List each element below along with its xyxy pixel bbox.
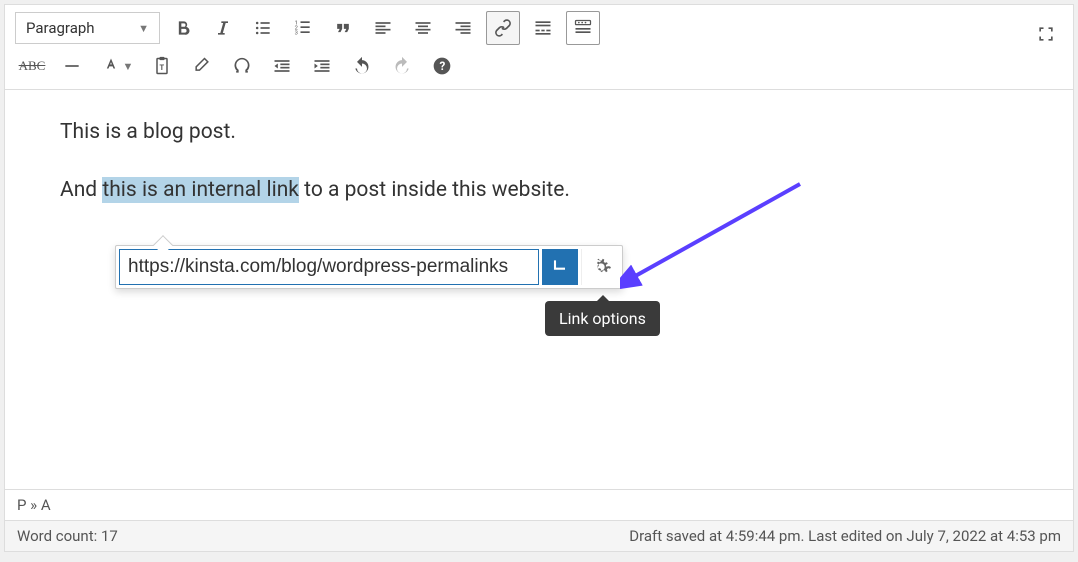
- clear-formatting-button[interactable]: [185, 49, 219, 83]
- undo-button[interactable]: [345, 49, 379, 83]
- italic-button[interactable]: [206, 11, 240, 45]
- word-count: Word count: 17: [17, 527, 118, 545]
- link-button[interactable]: [486, 11, 520, 45]
- paragraph: This is a blog post.: [60, 120, 1018, 144]
- indent-button[interactable]: [305, 49, 339, 83]
- toolbar: Paragraph ▼ 123 ABC ▼ T: [5, 5, 1073, 90]
- outdent-button[interactable]: [265, 49, 299, 83]
- text-color-button[interactable]: ▼: [95, 49, 139, 83]
- element-path[interactable]: P » A: [5, 489, 1073, 520]
- horizontal-rule-button[interactable]: [55, 49, 89, 83]
- format-select[interactable]: Paragraph ▼: [15, 12, 160, 44]
- fullscreen-button[interactable]: [1029, 17, 1063, 51]
- read-more-button[interactable]: [526, 11, 560, 45]
- link-popup: [115, 245, 623, 289]
- special-character-button[interactable]: [225, 49, 259, 83]
- link-options-button[interactable]: [581, 249, 619, 285]
- strikethrough-button[interactable]: ABC: [15, 49, 49, 83]
- help-button[interactable]: ?: [425, 49, 459, 83]
- toolbar-toggle-button[interactable]: [566, 11, 600, 45]
- bullet-list-button[interactable]: [246, 11, 280, 45]
- redo-button[interactable]: [385, 49, 419, 83]
- status-bar: Word count: 17 Draft saved at 4:59:44 pm…: [5, 520, 1073, 551]
- blockquote-button[interactable]: [326, 11, 360, 45]
- paste-text-button[interactable]: T: [145, 49, 179, 83]
- align-center-button[interactable]: [406, 11, 440, 45]
- save-info: Draft saved at 4:59:44 pm. Last edited o…: [629, 527, 1061, 545]
- editor-container: Paragraph ▼ 123 ABC ▼ T: [4, 4, 1074, 552]
- numbered-list-button[interactable]: 123: [286, 11, 320, 45]
- format-select-label: Paragraph: [26, 19, 95, 37]
- bold-button[interactable]: [166, 11, 200, 45]
- svg-text:?: ?: [440, 59, 446, 73]
- align-left-button[interactable]: [366, 11, 400, 45]
- chevron-down-icon: ▼: [138, 22, 149, 35]
- apply-link-button[interactable]: [542, 249, 578, 285]
- selected-link-text: this is an internal link: [102, 177, 299, 203]
- paragraph: And this is an internal link to a post i…: [60, 178, 1018, 202]
- align-right-button[interactable]: [446, 11, 480, 45]
- svg-text:T: T: [160, 63, 165, 72]
- svg-text:3: 3: [295, 31, 298, 37]
- tooltip: Link options: [545, 301, 660, 336]
- link-url-input[interactable]: [119, 249, 539, 285]
- editor-body[interactable]: This is a blog post. And this is an inte…: [5, 90, 1073, 489]
